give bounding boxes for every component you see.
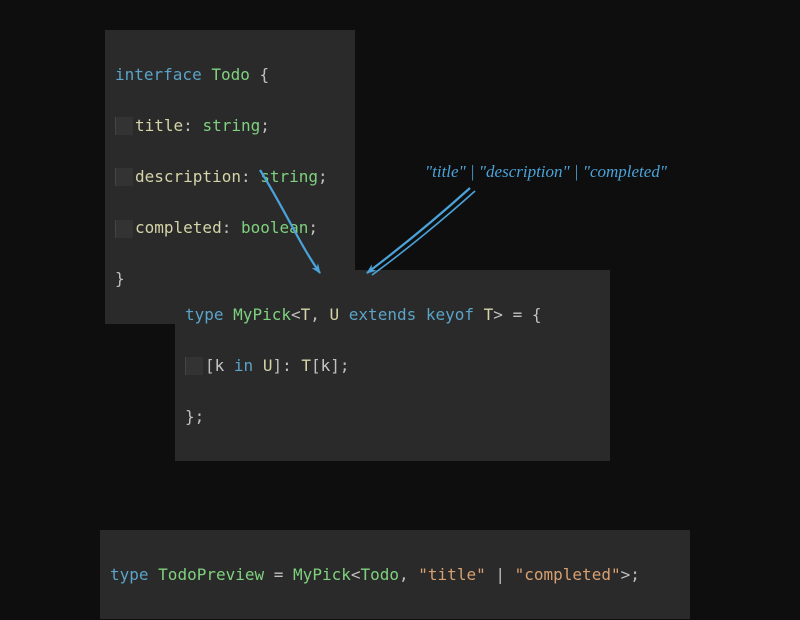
code-line: }; [185,404,600,430]
code-block-todopreview: type TodoPreview = MyPick<Todo, "title" … [100,530,690,619]
keyword-extends: extends [339,305,426,324]
arrow-annotation-to-u [367,188,470,273]
type-arg-todo: Todo [360,565,399,584]
brace-close: } [115,269,125,288]
code-line: completed: boolean; [115,215,345,241]
brace-open: { [250,65,269,84]
string-title: "title" [418,565,485,584]
code-line: type MyPick<T, U extends keyof T> = { [185,302,600,328]
generic-u: U [330,305,340,324]
keyword-interface: interface [115,65,202,84]
indent-guide [115,117,133,135]
keyword-type: type [110,565,149,584]
annotation-keys-union: "title" | "description" | "completed" [425,162,667,182]
type-string: string [202,116,260,135]
type-name-todo: Todo [211,65,250,84]
type-string: string [260,167,318,186]
brace-close: }; [185,407,204,426]
code-line: interface Todo { [115,62,345,88]
keyword-in: in [224,356,263,375]
property-description: description [135,167,241,186]
keyword-type: type [185,305,224,324]
code-line: [k in U]: T[k]; [185,353,600,379]
type-name-mypick: MyPick [233,305,291,324]
keyword-keyof: keyof [426,305,484,324]
generic-t: T [301,305,311,324]
property-completed: completed [135,218,222,237]
indent-guide [115,168,133,186]
property-title: title [135,116,183,135]
indent-guide [185,357,203,375]
arrow-annotation-to-u-double [372,191,475,275]
code-line: description: string; [115,164,345,190]
indent-guide [115,220,133,238]
var-k: k [215,356,225,375]
code-line: type TodoPreview = MyPick<Todo, "title" … [110,562,680,588]
code-block-mypick: type MyPick<T, U extends keyof T> = { [k… [175,270,610,461]
code-line: title: string; [115,113,345,139]
type-ref-mypick: MyPick [293,565,351,584]
string-completed: "completed" [515,565,621,584]
type-name-todopreview: TodoPreview [158,565,264,584]
type-boolean: boolean [241,218,308,237]
